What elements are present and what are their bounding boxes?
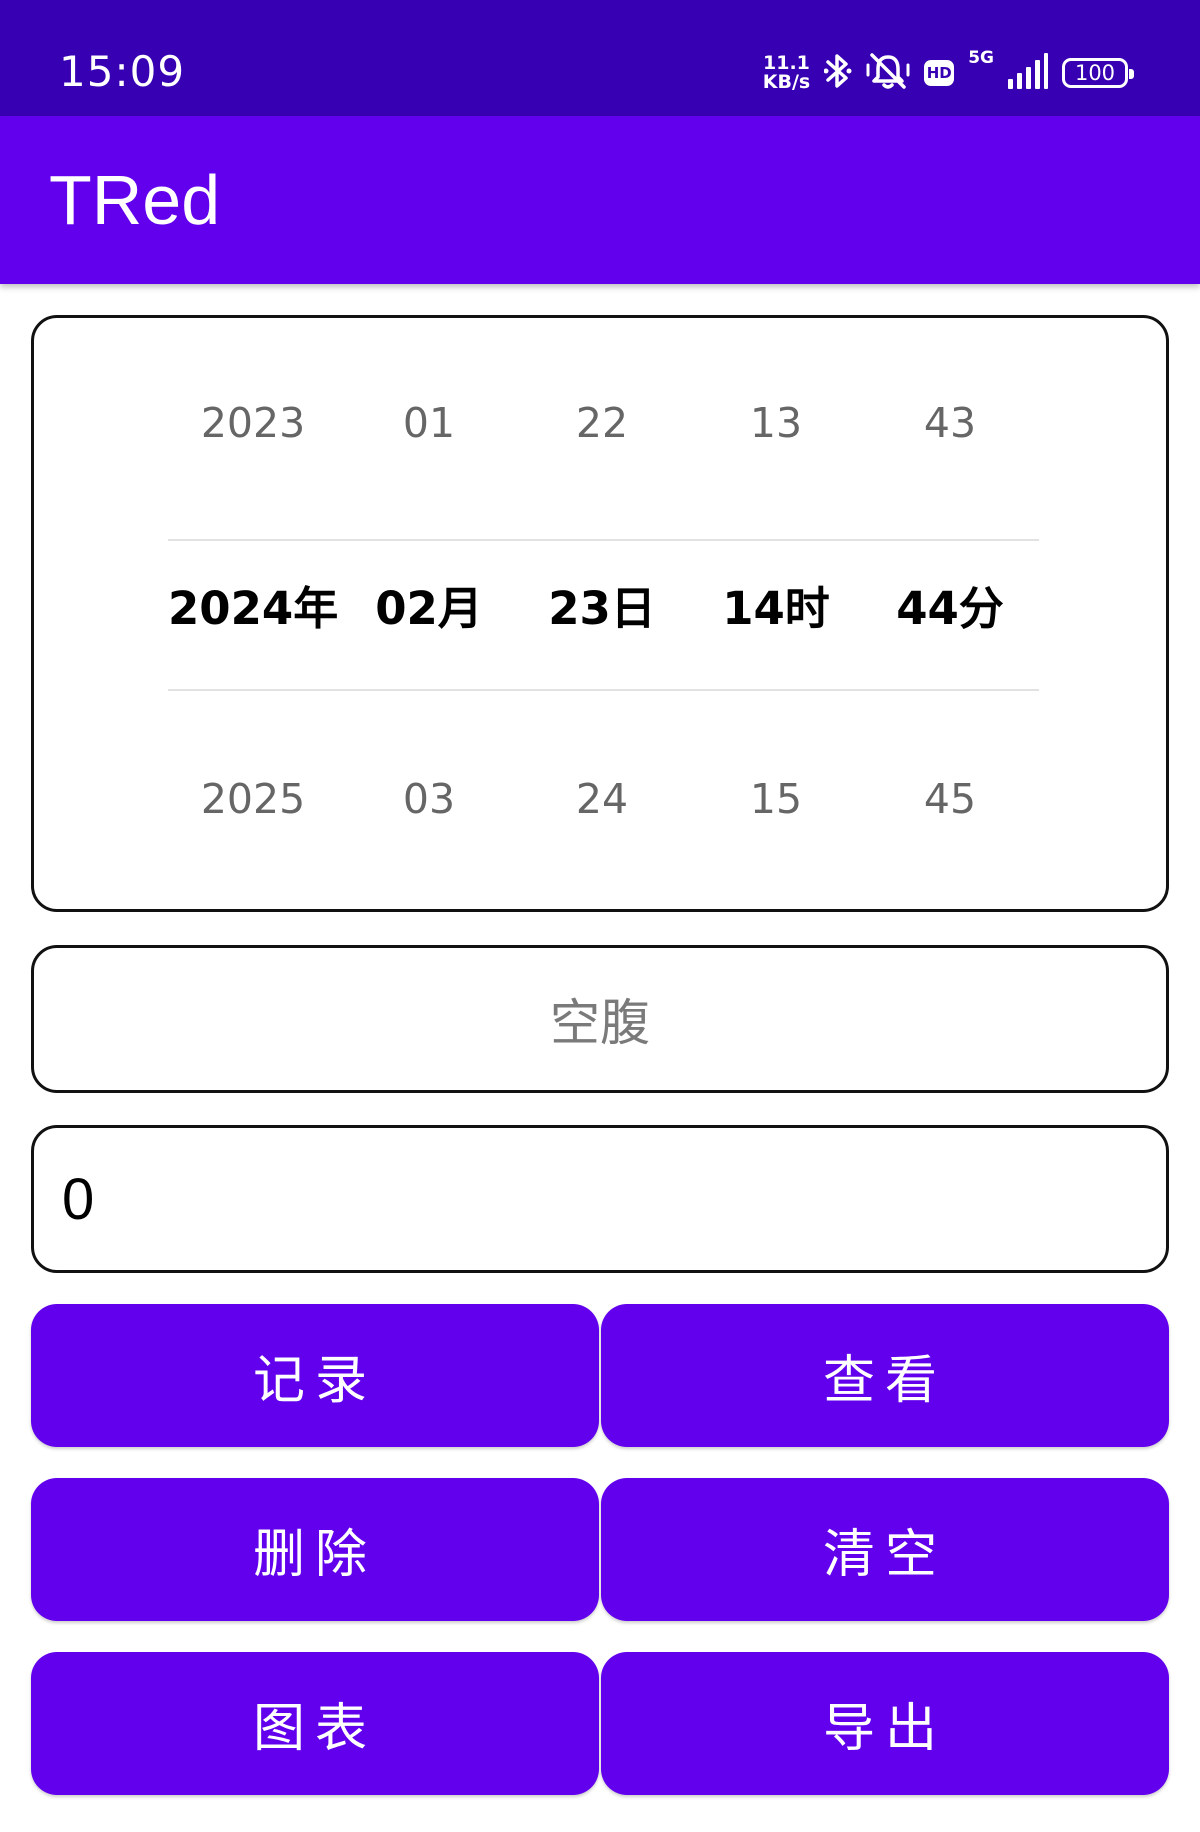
meal-state-value: 空腹: [550, 994, 650, 1052]
picker-month-selected[interactable]: 02月: [344, 574, 514, 644]
picker-day-selected[interactable]: 23日: [517, 574, 687, 644]
picker-year-next[interactable]: 2025: [168, 764, 338, 834]
picker-hour-selected[interactable]: 14时: [691, 574, 861, 644]
bluetooth-icon: [823, 51, 852, 95]
picker-hour-next[interactable]: 15: [691, 764, 861, 834]
app-title: TRed: [49, 161, 221, 239]
signal-icon: [1008, 53, 1048, 93]
picker-minute-selected[interactable]: 44分: [865, 574, 1035, 644]
export-button[interactable]: 导出: [601, 1652, 1169, 1795]
picker-year-selected[interactable]: 2024年: [168, 574, 338, 644]
glucose-value-field[interactable]: [31, 1125, 1169, 1273]
view-button[interactable]: 查看: [601, 1304, 1169, 1447]
battery-icon: 100: [1062, 58, 1134, 88]
chart-button[interactable]: 图表: [31, 1652, 599, 1795]
picker-year-previous[interactable]: 2023: [168, 388, 338, 458]
picker-selection-divider-bottom: [168, 689, 1039, 691]
picker-row-selected: 2024年 02月 23日 14时 44分: [34, 574, 1166, 644]
picker-row-next: 2025 03 24 15 45: [34, 764, 1166, 834]
picker-day-next[interactable]: 24: [517, 764, 687, 834]
picker-minute-previous[interactable]: 43: [865, 388, 1035, 458]
hd-icon: HD: [924, 60, 955, 86]
status-bar: 15:09 11.1 KB/s HD 5G 100: [0, 0, 1200, 116]
network-speed-unit: KB/s: [762, 71, 811, 93]
app-bar: TRed: [0, 116, 1200, 284]
battery-cap: [1129, 69, 1134, 79]
picker-minute-next[interactable]: 45: [865, 764, 1035, 834]
picker-month-previous[interactable]: 01: [344, 388, 514, 458]
network-type: 5G: [968, 48, 994, 68]
glucose-value-input[interactable]: [62, 1128, 1132, 1270]
delete-button[interactable]: 删除: [31, 1478, 599, 1621]
picker-month-next[interactable]: 03: [344, 764, 514, 834]
datetime-picker[interactable]: 2023 01 22 13 43 2024年 02月 23日 14时 44分 2…: [31, 315, 1169, 912]
status-icons: 11.1 KB/s HD 5G 100: [763, 48, 1134, 96]
record-button[interactable]: 记录: [31, 1304, 599, 1447]
picker-hour-previous[interactable]: 13: [691, 388, 861, 458]
picker-day-previous[interactable]: 22: [517, 388, 687, 458]
mute-icon: [866, 51, 910, 95]
status-time: 15:09: [59, 47, 186, 96]
picker-selection-divider-top: [168, 539, 1039, 541]
network-speed: 11.1 KB/s: [763, 54, 810, 92]
clear-button[interactable]: 清空: [601, 1478, 1169, 1621]
battery-level: 100: [1074, 60, 1116, 85]
meal-state-selector[interactable]: 空腹: [31, 945, 1169, 1093]
picker-row-previous: 2023 01 22 13 43: [34, 388, 1166, 458]
